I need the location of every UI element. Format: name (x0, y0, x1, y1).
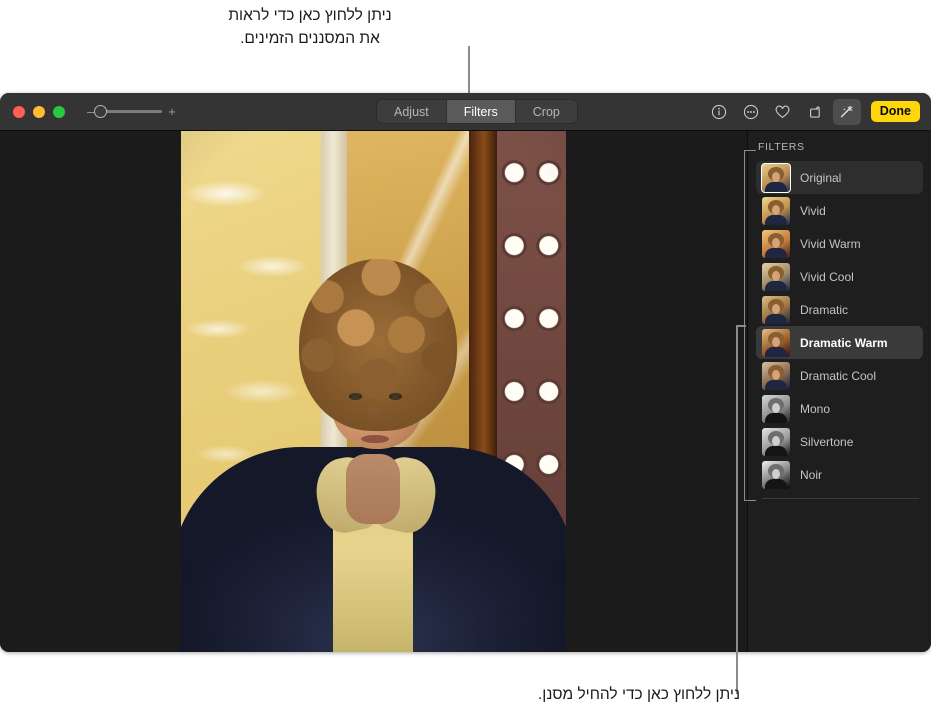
zoom-slider-track[interactable] (94, 104, 163, 118)
filter-thumbnail[interactable] (762, 196, 790, 225)
filter-row[interactable]: Original (756, 161, 923, 194)
callout-bottom-leader-vertical (736, 325, 738, 694)
edit-mode-segmented-control[interactable]: Adjust Filters Crop (376, 99, 578, 124)
filters-sidebar: FILTERS Original Vivid Vivid Warm Vivid Coo… (748, 131, 931, 652)
filter-label: Dramatic Warm (800, 335, 888, 350)
traffic-light-group (0, 105, 65, 118)
filter-thumbnail[interactable] (762, 460, 790, 489)
zoom-slider[interactable]: – + (87, 104, 176, 119)
filter-row[interactable]: Vivid (756, 194, 923, 227)
filter-row[interactable]: Vivid Cool (756, 260, 923, 293)
callout-bottom-text: ניתן ללחוץ כאן כדי להחיל מסנן. (537, 686, 740, 703)
filter-list[interactable]: Original Vivid Vivid Warm Vivid Cool Dramati… (748, 161, 931, 491)
filter-thumbnail[interactable] (762, 262, 790, 291)
photo-image[interactable] (181, 131, 566, 652)
filters-panel-title: FILTERS (758, 141, 805, 153)
filter-thumbnail[interactable] (762, 229, 790, 258)
filter-label: Vivid Cool (800, 269, 854, 284)
filter-label: Dramatic Cool (800, 368, 877, 383)
filter-row[interactable]: Vivid Warm (756, 227, 923, 260)
tab-adjust[interactable]: Adjust (377, 100, 447, 123)
filter-label: Mono (800, 401, 831, 416)
filter-label: Original (800, 170, 842, 185)
window-body: FILTERS Original Vivid Vivid Warm Vivid Coo… (0, 131, 931, 652)
close-button[interactable] (13, 105, 25, 118)
zoom-in-label[interactable]: + (168, 104, 176, 119)
maximize-button[interactable] (53, 105, 65, 118)
filter-label: Vivid Warm (800, 236, 861, 251)
filter-row[interactable]: Dramatic Warm (756, 326, 923, 359)
window-toolbar: – + Adjust Filters Crop Done (0, 93, 931, 131)
filter-list-separator (762, 498, 919, 499)
filter-row[interactable]: Dramatic Cool (756, 359, 923, 392)
rotate-icon[interactable] (801, 99, 829, 125)
filter-row[interactable]: Silvertone (756, 425, 923, 458)
filter-thumbnail[interactable] (762, 427, 790, 456)
callout-bottom-leader-horizontal (736, 325, 746, 327)
filter-label: Silvertone (800, 434, 854, 449)
auto-enhance-wand-icon[interactable] (832, 98, 861, 125)
zoom-out-label[interactable]: – (87, 104, 94, 119)
filter-thumbnail[interactable] (761, 162, 791, 193)
tab-crop[interactable]: Crop (516, 100, 577, 123)
filter-label: Noir (800, 467, 823, 482)
filter-thumbnail[interactable] (762, 361, 790, 390)
filter-label: Vivid (800, 203, 826, 218)
info-icon[interactable] (705, 99, 733, 125)
filter-row[interactable]: Noir (756, 458, 923, 491)
more-options-icon[interactable] (737, 99, 765, 125)
tab-filters[interactable]: Filters (446, 100, 516, 123)
filter-thumbnail[interactable] (762, 295, 790, 324)
filter-row[interactable]: Mono (756, 392, 923, 425)
zoom-slider-knob[interactable] (94, 104, 108, 118)
favorite-heart-icon[interactable] (769, 99, 797, 125)
callout-top-text: ניתן ללחוץ כאן כדי לראות את המסננים הזמי… (228, 7, 392, 48)
filter-row[interactable]: Dramatic (756, 293, 923, 326)
filter-thumbnail[interactable] (762, 328, 790, 357)
filter-thumbnail[interactable] (762, 394, 790, 423)
toolbar-icon-group: Done (705, 98, 920, 125)
photo-canvas[interactable] (0, 131, 748, 652)
done-button[interactable]: Done (870, 101, 920, 122)
photos-edit-window: – + Adjust Filters Crop Done FILTERS Ori… (0, 93, 931, 652)
minimize-button[interactable] (33, 105, 45, 118)
filter-label: Dramatic (800, 302, 849, 317)
photo-vignette (181, 131, 566, 652)
